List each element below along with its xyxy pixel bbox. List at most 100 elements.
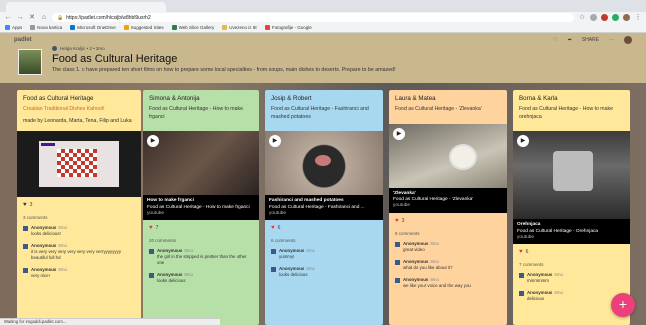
post-image[interactable]	[17, 131, 141, 198]
extension-icon[interactable]	[590, 14, 597, 21]
bookmark-apps[interactable]: Apps	[5, 25, 22, 30]
comment: Anonymous 8mo we like your voice and the w…	[389, 274, 507, 292]
comment-avatar	[271, 249, 276, 255]
post-card[interactable]: Simona & Antonija Food as Cultural Herit…	[143, 90, 259, 325]
padlet-header: Helga Kraljic • 2 • 3mo Food as Cultural…	[18, 45, 618, 79]
bookmark-web-slice[interactable]: Web Slice Gallery	[171, 25, 214, 30]
author-avatar	[52, 46, 57, 51]
play-icon[interactable]: ▶	[517, 135, 529, 148]
video-caption: Orehnjaca Food as Cultural Heritage - Or…	[513, 219, 630, 245]
comment-count[interactable]: 3 comments	[17, 213, 141, 222]
bookmark-suggested[interactable]: Suggested Sites	[123, 25, 164, 30]
reactions[interactable]: ♥ 6	[513, 244, 630, 260]
share-button[interactable]: SHARE	[582, 37, 599, 43]
bookmarks-bar: Apps Nova kartica Microsoft OneDrive Sug…	[0, 23, 646, 33]
post-card[interactable]: Food as Cultural Heritage Croatian Tradi…	[17, 90, 141, 325]
comment-avatar	[395, 241, 400, 247]
bookmark-photos[interactable]: Fotografije - Google	[265, 25, 312, 30]
comment-avatar	[23, 267, 28, 273]
patty-image	[315, 155, 331, 167]
video-caption: Fashiranci and mashed potatoes Food as C…	[265, 195, 383, 221]
video-thumbnail[interactable]: ▶	[143, 131, 259, 196]
extension-icon[interactable]	[612, 14, 619, 21]
author-meta: Helga Kraljic • 2 • 3mo	[52, 46, 105, 51]
more-icon[interactable]: ⋯	[609, 37, 614, 43]
post-title: Food as Cultural Heritage	[23, 95, 94, 102]
heart-icon[interactable]: ♥	[149, 225, 153, 231]
address-url: https://padlet.com/hlcsijb/w8hbl9uxrh2	[66, 14, 151, 21]
bookmark-star-icon[interactable]: ☆	[578, 13, 586, 22]
back-icon[interactable]: ←	[4, 13, 12, 22]
close-icon[interactable]: ✕	[28, 13, 36, 22]
suggested-icon	[123, 25, 129, 30]
video-thumbnail[interactable]: ▶	[389, 123, 507, 188]
share-icon[interactable]: ➦	[568, 37, 572, 43]
extension-icon[interactable]	[601, 14, 608, 21]
folder-icon	[222, 25, 228, 30]
bookmark-onedrive[interactable]: Microsoft OneDrive	[70, 25, 116, 30]
page-description: The class 1. c have prepared ten short f…	[52, 67, 396, 73]
comment-avatar	[519, 291, 524, 297]
video-thumbnail[interactable]: ▶	[513, 131, 630, 220]
page-title: Food as Cultural Heritage	[52, 53, 178, 65]
page-icon	[30, 25, 36, 30]
padlet-board: padlet ♡ ➦ SHARE ⋯ Helga Kraljic • 2 • 3…	[0, 33, 646, 325]
bookmark-new-tab[interactable]: Nova kartica	[30, 25, 62, 30]
comment: Anonymous 8mo great video	[389, 238, 507, 256]
comment-avatar	[149, 273, 154, 279]
post-body: made by Leonarda, Marta, Tena, Filip and…	[23, 117, 132, 124]
post-card[interactable]: Borna & Karla Food as Cultural Heritage …	[513, 90, 630, 325]
comment: Anonymous 8mo it is very very very very ve…	[17, 240, 141, 264]
post-card[interactable]: Josip & Robert Food as Cultural Heritage…	[265, 90, 383, 325]
post-link[interactable]: Croatian Traditional Dishes Kahoot!	[17, 102, 141, 114]
video-thumbnail[interactable]: ▶	[265, 131, 383, 196]
post-body: Food as Cultural Heritage - How to make …	[519, 106, 613, 120]
heart-icon[interactable]: ♥	[23, 202, 27, 208]
browser-tab[interactable]	[6, 2, 166, 12]
post-body: Food as Cultural Heritage - Fashiranci a…	[271, 106, 369, 120]
play-icon[interactable]: ▶	[269, 135, 281, 148]
kitchen-image	[553, 151, 593, 192]
reactions[interactable]: ♥ 3	[17, 197, 141, 213]
checkerboard-image	[57, 149, 97, 178]
status-bar: Waiting for imgaddi.padlet.com...	[0, 318, 220, 325]
post-card[interactable]: Laura & Matea Food as Cultural Heritage …	[389, 90, 507, 325]
heart-icon[interactable]: ♥	[519, 249, 523, 255]
comment-avatar	[149, 249, 154, 255]
reactions[interactable]: ♥ 3	[389, 213, 507, 229]
forward-icon[interactable]: →	[16, 13, 24, 22]
address-bar[interactable]: 🔒 https://padlet.com/hlcsijb/w8hbl9uxrh2	[52, 13, 574, 22]
menu-icon[interactable]: ⋮	[634, 13, 642, 22]
profile-avatar[interactable]	[623, 14, 630, 21]
comment-count[interactable]: 7 comments	[513, 260, 630, 269]
comment-avatar	[23, 243, 28, 249]
home-icon[interactable]: ⌂	[40, 13, 48, 22]
lock-icon: 🔒	[57, 14, 64, 21]
comment-avatar	[519, 273, 524, 279]
padlet-logo[interactable]: padlet	[14, 37, 32, 43]
heart-icon[interactable]: ♥	[395, 218, 399, 224]
comment: Anonymous 8mo looks delicious	[265, 263, 383, 281]
heart-icon[interactable]: ♡	[553, 37, 557, 43]
heart-icon[interactable]: ♥	[271, 225, 275, 231]
comment: Anonymous 8mo very nice!	[17, 264, 141, 282]
comment: Anonymous 8mo looks delicious	[143, 269, 259, 287]
apps-icon	[5, 25, 10, 30]
kahoot-logo	[41, 143, 55, 147]
comment: Anonymous 8mo what do you like about it?	[389, 256, 507, 274]
comment-count[interactable]: 20 comments	[143, 236, 259, 245]
post-body: Food as Cultural Heritage - 'Zlevanka'	[395, 106, 482, 112]
comment-count[interactable]: 6 comments	[265, 236, 383, 245]
add-post-button[interactable]: +	[611, 293, 635, 317]
comment-count[interactable]: 8 comments	[389, 229, 507, 238]
reactions[interactable]: ♥ 7	[143, 220, 259, 236]
user-avatar[interactable]	[624, 35, 632, 44]
reactions[interactable]: ♥ 6	[265, 220, 383, 236]
comment: Anonymous 8mo the girl in the stripped is …	[143, 245, 259, 269]
photos-icon	[265, 25, 271, 30]
comment: Anonymous 8mo yummy!	[265, 245, 383, 263]
play-icon[interactable]: ▶	[147, 135, 159, 148]
play-icon[interactable]: ▶	[393, 127, 405, 140]
comment-avatar	[395, 277, 400, 283]
bookmark-folder-ie[interactable]: Uvezeno iz IE	[222, 25, 257, 30]
